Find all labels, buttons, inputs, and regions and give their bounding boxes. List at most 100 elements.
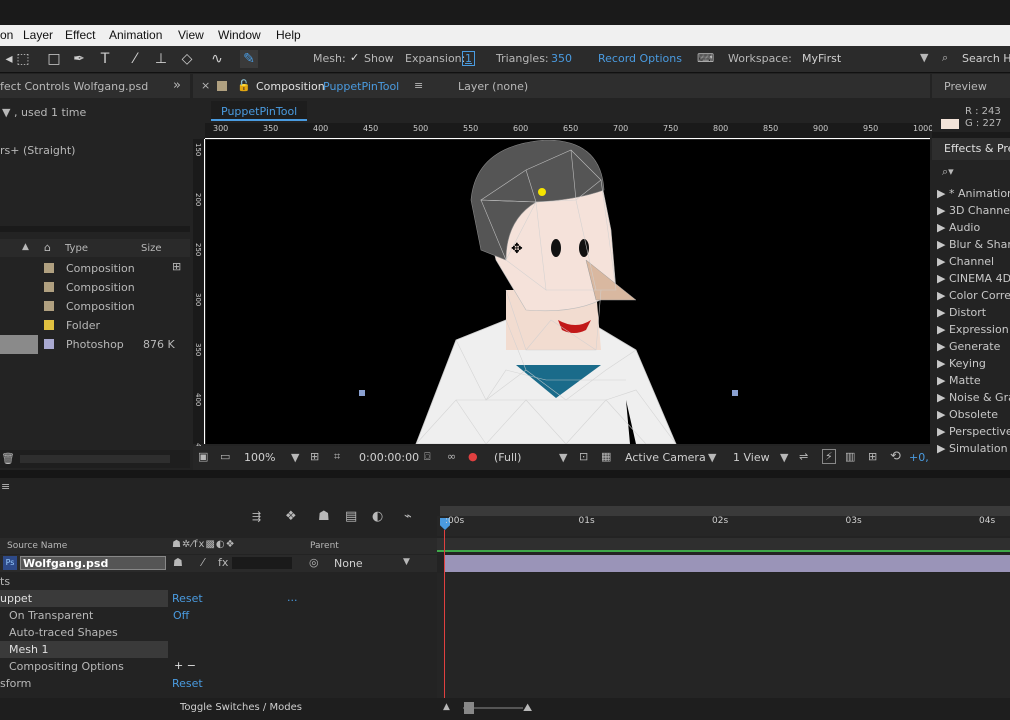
fit-icon[interactable]: ⊞	[310, 450, 319, 463]
toggle-pixel-aspect-icon[interactable]: ⇌	[799, 450, 808, 463]
show-checkbox[interactable]: ✓	[350, 51, 359, 64]
frame-blending-icon[interactable]: ▤	[345, 509, 357, 524]
resolution-dropdown-icon[interactable]: ▼	[559, 451, 567, 464]
bounds-handle[interactable]	[732, 390, 738, 396]
effects-category-item[interactable]: ▶ * Animation	[937, 187, 1010, 200]
effects-category-item[interactable]: ▶ Perspective	[937, 425, 1010, 438]
effects-category-item[interactable]: ▶ Color Correc	[937, 289, 1010, 302]
camera-dropdown-icon[interactable]: ▼	[708, 451, 716, 464]
camera-select[interactable]: Active Camera	[625, 451, 706, 464]
property-row-effects[interactable]: ts	[0, 573, 437, 590]
effects-category-item[interactable]: ▶ Obsolete	[937, 408, 998, 421]
draft-3d-icon[interactable]: ❖	[285, 509, 297, 524]
clone-stamp-tool-icon[interactable]: ⊥	[152, 50, 170, 68]
preview-title[interactable]: Preview	[944, 80, 987, 93]
property-row-transform[interactable]: sform Reset	[0, 675, 437, 692]
hide-shy-layers-icon[interactable]: ☗	[318, 509, 330, 524]
puppet-reset-link[interactable]: Reset	[172, 592, 203, 605]
horizontal-ruler[interactable]: 300 350 400 450 500 550 600 650 700 750 800 850 900 9…	[205, 123, 933, 139]
effects-category-item[interactable]: ▶ Blur & Sharp	[937, 238, 1010, 251]
pan-behind-tool-icon[interactable]: ⬚	[14, 50, 32, 68]
expansion-input[interactable]: 1	[462, 51, 475, 66]
snapshot-camera-icon[interactable]: ⌼	[424, 450, 431, 464]
add-remove-buttons[interactable]: + −	[174, 659, 196, 672]
effects-category-item[interactable]: ▶ 3D Channel	[937, 204, 1010, 217]
menu-item-window[interactable]: Window	[218, 28, 261, 42]
tab-menu-icon[interactable]: ≡	[414, 79, 423, 92]
monitor-icon[interactable]: ▭	[220, 450, 230, 463]
effects-presets-title[interactable]: Effects & Pres	[944, 142, 1010, 155]
collapse-arrow-icon[interactable]: ▼	[2, 106, 10, 119]
zoom-slider-thumb[interactable]	[464, 702, 474, 714]
transparency-grid-icon[interactable]: ▦	[601, 450, 611, 463]
color-channels-icon[interactable]: ●	[468, 450, 478, 463]
vertical-ruler[interactable]: 150200250300350400450	[193, 139, 205, 456]
menu-item-view[interactable]: View	[178, 28, 204, 42]
project-item-row[interactable]: Composition ⊞	[0, 259, 185, 278]
flowchart-icon[interactable]: ⊞	[172, 260, 181, 273]
puppet-options-dots[interactable]: ...	[287, 591, 298, 604]
effect-controls-title[interactable]: fect Controls Wolfgang.psd	[0, 80, 148, 93]
menu-item-help[interactable]: Help	[276, 28, 301, 42]
on-transparent-value[interactable]: Off	[173, 609, 189, 622]
close-tab-icon[interactable]: ×	[201, 79, 210, 92]
property-row-on-transparent[interactable]: On Transparent Off	[0, 607, 437, 624]
effect-switch-icon[interactable]: fx	[218, 556, 228, 569]
effects-category-item[interactable]: ▶ Distort	[937, 306, 986, 319]
rectangle-tool-icon[interactable]: □	[45, 50, 63, 68]
puppet-pin-tool-icon[interactable]: ✎	[240, 50, 258, 68]
work-area-range[interactable]	[437, 538, 1010, 552]
transform-reset-link[interactable]: Reset	[172, 677, 203, 690]
work-area-bar[interactable]	[440, 506, 1010, 516]
timeline-menu-icon[interactable]: ≡	[1, 480, 10, 493]
property-row-puppet[interactable]: uppet	[0, 590, 168, 607]
project-item-row[interactable]: Composition	[0, 278, 185, 297]
pen-tool-icon[interactable]: ✒	[70, 50, 88, 68]
reset-exposure-icon[interactable]: ⟲	[890, 449, 901, 464]
lock-icon[interactable]: 🔓	[237, 79, 251, 92]
graph-editor-icon[interactable]: ⌁	[404, 509, 412, 524]
effects-category-item[interactable]: ▶ Noise & Grai	[937, 391, 1010, 404]
exposure-value[interactable]: +0,	[909, 451, 929, 464]
parent-select[interactable]: None	[334, 557, 363, 570]
menu-item-composition[interactable]: on	[0, 28, 13, 42]
fast-draft-icon[interactable]: ⚡	[822, 449, 836, 464]
project-item-row[interactable]: Folder	[0, 316, 185, 335]
zoom-dropdown-icon[interactable]: ▼	[291, 451, 299, 464]
property-row-auto-traced[interactable]: Auto-traced Shapes	[0, 624, 437, 641]
menu-item-animation[interactable]: Animation	[109, 28, 162, 42]
parent-dropdown-icon[interactable]: ▼	[403, 557, 410, 567]
eraser-tool-icon[interactable]: ◇	[178, 50, 196, 68]
project-item-row[interactable]: Composition	[0, 297, 185, 316]
fast-previews-icon[interactable]: ⊡	[579, 450, 588, 463]
column-size[interactable]: Size	[141, 243, 162, 254]
search-help-input[interactable]: Search He	[962, 52, 1010, 65]
effects-category-item[interactable]: ▶ Matte	[937, 374, 981, 387]
property-row-mesh[interactable]: Mesh 1	[0, 641, 168, 658]
show-snapshot-icon[interactable]: ∞	[447, 450, 456, 463]
current-time-display[interactable]: 0:00:00:00	[359, 451, 419, 464]
bounds-handle[interactable]	[359, 390, 365, 396]
comp-mini-flowchart-icon[interactable]: ⇶	[252, 510, 261, 523]
composition-canvas[interactable]: ✥	[206, 140, 930, 444]
playhead-line[interactable]	[444, 530, 445, 698]
always-preview-icon[interactable]: ▣	[198, 450, 208, 463]
toggle-switches-modes-button[interactable]: Toggle Switches / Modes	[180, 702, 302, 713]
column-parent[interactable]: Parent	[310, 541, 339, 551]
effects-category-item[interactable]: ▶ CINEMA 4D	[937, 272, 1010, 285]
zoom-out-icon[interactable]: ▲	[443, 702, 450, 712]
parent-pickwhip-icon[interactable]: ◎	[309, 556, 319, 569]
views-select[interactable]: 1 View	[733, 451, 770, 464]
text-tool-icon[interactable]: T	[96, 50, 114, 68]
zoom-select[interactable]: 100%	[244, 451, 275, 464]
effects-search-icon[interactable]: ⌕▾	[942, 165, 954, 179]
project-scrollbar[interactable]	[20, 455, 170, 463]
zoom-in-icon[interactable]: ⛰	[523, 701, 532, 715]
panel-expand-icon[interactable]: »	[173, 78, 181, 93]
layer-row[interactable]: Ps Wolfgang.psd ☗ ⁄ fx ◎ None ▼	[0, 555, 437, 572]
column-type[interactable]: Type	[65, 243, 88, 254]
shy-switch-icon[interactable]: ☗	[173, 556, 183, 569]
property-row-compositing[interactable]: Compositing Options + −	[0, 658, 437, 675]
puppet-pin[interactable]	[538, 188, 546, 196]
brush-tool-icon[interactable]: ⁄	[126, 50, 144, 68]
